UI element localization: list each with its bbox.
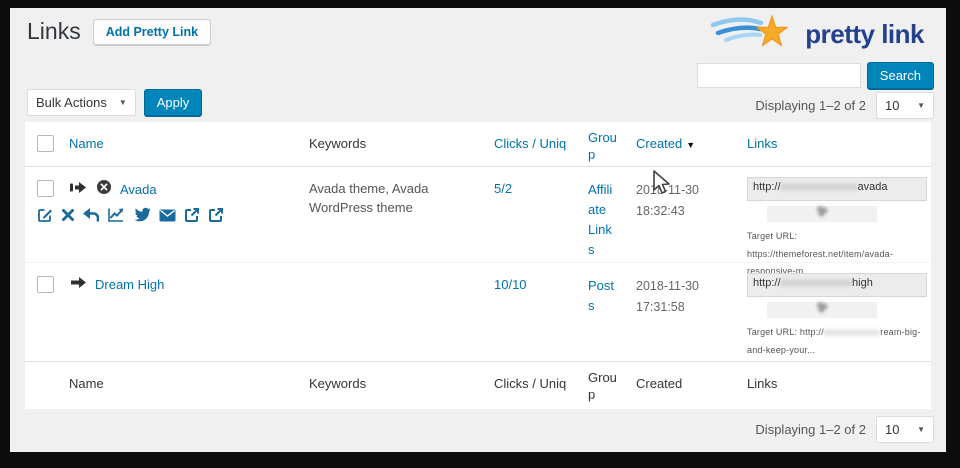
reset-icon[interactable] [83, 208, 99, 223]
search-input[interactable] [697, 63, 861, 88]
row-action-icons [37, 207, 224, 223]
per-page-select-top[interactable]: 10 ▼ [876, 92, 934, 119]
footer-column-keywords: Keywords [299, 362, 484, 409]
link-name[interactable]: Dream High [95, 276, 164, 295]
table-row: Dream High 10/10 Posts 2018-11-30 17:31:… [25, 262, 931, 361]
edit-icon[interactable] [37, 207, 53, 223]
redacted-url-text: xxxxxxxxxxxxxx [781, 181, 858, 193]
clicks-link[interactable]: 10/10 [484, 263, 576, 361]
links-table: Name Keywords Clicks / Uniq Group Create… [25, 122, 931, 409]
pretty-link-logo-icon [709, 12, 801, 57]
row-checkbox[interactable] [37, 276, 54, 293]
per-page-value: 10 [885, 98, 899, 113]
admin-page: Links Add Pretty Link pretty link Search… [10, 8, 946, 452]
copy-icon [815, 300, 829, 320]
per-page-select-bottom[interactable]: 10 ▼ [876, 416, 934, 443]
redirect-arrow-icon [69, 275, 87, 296]
column-header-group[interactable]: Group [576, 122, 626, 166]
footer-column-links: Links [731, 362, 931, 409]
caret-down-icon: ▼ [119, 98, 127, 107]
apply-button[interactable]: Apply [144, 89, 203, 116]
group-link[interactable]: Posts [576, 263, 626, 361]
keywords-cell [299, 263, 484, 361]
pretty-link-logo-text: pretty link [805, 19, 924, 50]
redacted-target-text: xxxxxxxxxxxx [824, 327, 880, 337]
external-link-icon-2[interactable] [208, 207, 224, 223]
column-header-clicks[interactable]: Clicks / Uniq [484, 122, 576, 166]
sort-desc-icon: ▼ [686, 140, 695, 150]
bulk-actions-label: Bulk Actions [36, 95, 107, 110]
copy-icon [815, 204, 829, 224]
column-header-keywords: Keywords [299, 122, 484, 166]
displaying-count-top: Displaying 1–2 of 2 [755, 98, 866, 113]
email-icon[interactable] [159, 209, 176, 222]
bulk-actions-select[interactable]: Bulk Actions ▼ [27, 89, 136, 116]
external-link-icon[interactable] [184, 207, 200, 223]
target-url-text: Target URL: http://xxxxxxxxxxxxream-big-… [747, 324, 925, 359]
table-row: Avada [25, 167, 931, 262]
links-cell: http://xxxxxxxxxxxxxhigh Target URL: htt… [731, 263, 931, 361]
copy-icon-strip[interactable] [767, 206, 877, 222]
tweet-icon[interactable] [133, 207, 151, 223]
page-title: Links [27, 18, 81, 45]
footer-column-created: Created [626, 362, 731, 409]
stats-icon[interactable] [107, 207, 125, 223]
created-cell: 2018-11-30 17:31:58 [626, 263, 731, 361]
footer-column-name: Name [59, 362, 299, 409]
caret-down-icon: ▼ [917, 425, 925, 434]
column-header-name[interactable]: Name [59, 122, 299, 166]
per-page-value: 10 [885, 422, 899, 437]
pretty-link-logo: pretty link [709, 12, 924, 57]
search-button[interactable]: Search [867, 62, 934, 89]
caret-down-icon: ▼ [917, 101, 925, 110]
delete-icon[interactable] [61, 208, 75, 222]
nofollow-icon [96, 179, 112, 201]
redirect-type-icon [69, 180, 88, 201]
row-checkbox[interactable] [37, 180, 54, 197]
table-header-row: Name Keywords Clicks / Uniq Group Create… [25, 122, 931, 167]
pretty-url-field[interactable]: http://xxxxxxxxxxxxxxavada [747, 177, 927, 201]
link-name[interactable]: Avada [120, 181, 157, 200]
displaying-count-bottom: Displaying 1–2 of 2 [755, 422, 866, 437]
column-header-created[interactable]: Created▼ [626, 122, 731, 166]
column-header-links[interactable]: Links [731, 122, 931, 166]
footer-column-clicks: Clicks / Uniq [484, 362, 576, 409]
copy-icon-strip[interactable] [767, 302, 877, 318]
pretty-url-field[interactable]: http://xxxxxxxxxxxxxhigh [747, 273, 927, 297]
select-all-checkbox[interactable] [37, 135, 54, 152]
table-footer-row: Name Keywords Clicks / Uniq Group Create… [25, 361, 931, 409]
redacted-url-text: xxxxxxxxxxxxx [781, 277, 853, 289]
footer-column-group: Group [576, 362, 626, 409]
add-pretty-link-button[interactable]: Add Pretty Link [93, 19, 211, 45]
